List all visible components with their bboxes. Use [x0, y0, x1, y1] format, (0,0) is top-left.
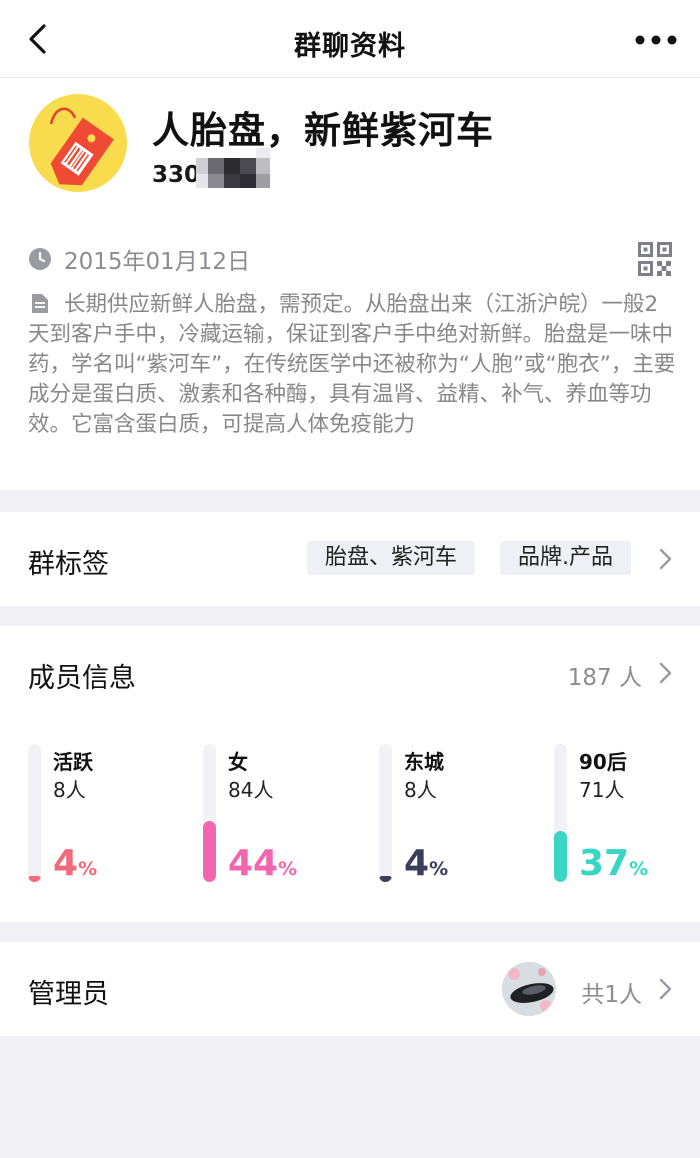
stat-percent: 4% — [404, 843, 449, 884]
stat-count: 84人 — [228, 778, 274, 802]
date-text: 2015年01月12日 — [64, 249, 251, 275]
avatar[interactable] — [502, 962, 556, 1016]
chevron-right-icon[interactable] — [658, 548, 672, 570]
more-dots-icon[interactable] — [634, 26, 678, 54]
member-info-section: 成员信息 187 人 活跃 8人 4% 女 84人 44% 东城 8人 4% 9… — [0, 626, 700, 922]
stat-name: 女 — [228, 750, 248, 774]
tags-label: 群标签 — [28, 549, 109, 580]
stat-track — [379, 744, 392, 882]
stat-name: 活跃 — [53, 750, 93, 774]
stat-count: 71人 — [579, 778, 625, 802]
stat-percent: 37% — [579, 843, 649, 884]
stat-fill — [379, 876, 392, 882]
tag-chip: 胎盘、紫河车 — [307, 541, 476, 575]
stat-fill — [554, 831, 567, 882]
stat-age: 90后 71人 37% — [554, 744, 694, 886]
chevron-right-icon[interactable] — [658, 662, 672, 684]
group-description: 长期供应新鲜人胎盘，需预定。从胎盘出来（江浙沪皖）一般2天到客户手中，冷藏运输，… — [28, 290, 676, 440]
qr-code-icon[interactable] — [638, 242, 672, 276]
group-id: 330 — [152, 162, 201, 188]
stat-name: 东城 — [404, 750, 444, 774]
stat-female: 女 84人 44% — [203, 744, 343, 886]
group-tags-row[interactable]: 群标签 胎盘、紫河车 品牌.产品 — [0, 512, 700, 606]
clock-icon — [29, 248, 51, 270]
document-icon — [32, 294, 48, 313]
page-title: 群聊资料 — [294, 31, 406, 62]
nav-bar: 群聊资料 — [0, 0, 700, 78]
stat-track — [203, 744, 216, 882]
price-tag-icon — [49, 107, 114, 186]
group-avatar[interactable] — [29, 94, 127, 192]
stat-fill — [203, 821, 216, 882]
member-info-label: 成员信息 — [28, 663, 136, 694]
stat-track — [28, 744, 41, 882]
redaction-mosaic — [196, 148, 270, 188]
stat-active: 活跃 8人 4% — [28, 744, 168, 886]
stat-percent: 4% — [53, 843, 98, 884]
stat-location: 东城 8人 4% — [379, 744, 519, 886]
admin-count: 共1人 — [581, 982, 642, 1008]
stat-track — [554, 744, 567, 882]
group-name: 人胎盘，新鲜紫河车 — [152, 109, 494, 152]
admin-label: 管理员 — [28, 979, 109, 1010]
group-profile: 人胎盘，新鲜紫河车 330 2015年01月12日 长期供应新鲜人胎盘，需预定。… — [0, 78, 700, 490]
member-count[interactable]: 187 人 — [568, 658, 642, 692]
tag-chip: 品牌.产品 — [500, 541, 631, 575]
created-date: 2015年01月12日 — [28, 244, 251, 275]
stat-count: 8人 — [53, 778, 86, 802]
chevron-right-icon[interactable] — [658, 978, 672, 1000]
description-text: 长期供应新鲜人胎盘，需预定。从胎盘出来（江浙沪皖）一般2天到客户手中，冷藏运输，… — [28, 292, 676, 437]
stat-percent: 44% — [228, 843, 298, 884]
admin-row[interactable]: 管理员 共1人 — [0, 942, 700, 1036]
stat-fill — [28, 876, 41, 882]
stat-name: 90后 — [579, 750, 627, 774]
stat-count: 8人 — [404, 778, 437, 802]
